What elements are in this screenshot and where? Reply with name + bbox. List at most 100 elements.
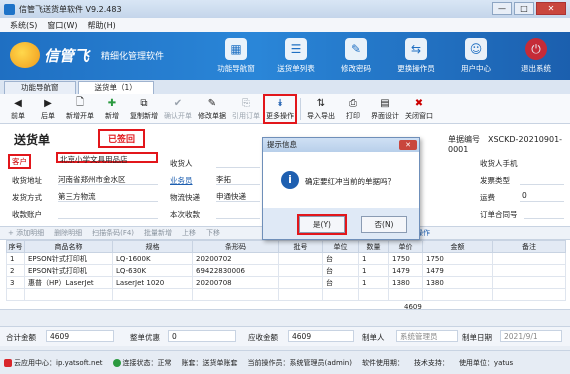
menu-help[interactable]: 帮助(H) xyxy=(87,20,115,31)
ui-design-button[interactable]: ▤ 界面设计 xyxy=(371,97,399,121)
no-button[interactable]: 否(N) xyxy=(361,216,407,233)
next-button[interactable]: ▶ 后单 xyxy=(36,97,60,121)
move-down-button[interactable]: 下移 xyxy=(206,228,220,238)
arrow-right-icon: ▶ xyxy=(44,97,52,109)
import-export-icon: ⇅ xyxy=(316,97,326,109)
nav-user-center[interactable]: ☺ 用户中心 xyxy=(448,36,504,76)
confirm-icon: ✔ xyxy=(173,97,183,109)
maximize-button[interactable]: □ xyxy=(514,2,534,15)
new-order-button[interactable]: 🗋 新增开单 xyxy=(66,97,94,121)
confirm-dialog: 提示信息 ✕ i 确定要红冲当前的单据吗？ 是(Y) 否(N) xyxy=(262,137,420,240)
toolbar: ◀ 前单 ▶ 后单 🗋 新增开单 ✚ 新增 ⧉ 复制新增 ✔ 确认开单 ✎ 修改单据 ⎘ 引用订… xyxy=(0,93,570,124)
customer-label[interactable]: 客户 xyxy=(8,154,31,169)
discount-field[interactable]: 0 xyxy=(168,330,236,342)
nav-delivery-list[interactable]: ☰ 送货单列表 xyxy=(268,36,324,76)
menu-bar: 系统(S) 窗口(W) 帮助(H) xyxy=(0,18,570,32)
connection-status: 连接状态：正常 xyxy=(112,358,172,368)
menu-window[interactable]: 窗口(W) xyxy=(47,20,77,31)
status-badge: 已签回 xyxy=(98,129,146,148)
document-tabs: 功能导航窗 送货单（1） xyxy=(0,80,570,94)
cloud-center-status: 云应用中心：ip.yatsoft.net xyxy=(4,358,103,368)
receiver-field[interactable] xyxy=(216,157,260,168)
dialog-message: 确定要红冲当前的单据吗？ xyxy=(305,177,395,186)
col-unit: 单位 xyxy=(322,240,359,253)
brand-logo-icon xyxy=(10,42,40,68)
freight-field[interactable]: 0 xyxy=(520,191,564,202)
col-qty: 数量 xyxy=(358,240,389,253)
address-field[interactable]: 河南省郑州市金水区 xyxy=(58,174,158,185)
grid-icon: ▦ xyxy=(225,38,247,60)
edit-icon: ✎ xyxy=(207,97,217,109)
scan-barcode-button[interactable]: 扫描条码(F4) xyxy=(92,228,134,238)
chevron-down-icon: ⯯ xyxy=(277,97,283,109)
collect-field[interactable] xyxy=(216,208,260,219)
more-actions-button[interactable]: ⯯ 更多操作 xyxy=(263,93,297,124)
print-button[interactable]: ⎙ 打印 xyxy=(341,97,365,121)
add-button[interactable]: ✚ 新增 xyxy=(100,97,124,121)
copy-icon: ⧉ xyxy=(140,97,148,109)
close-window-button[interactable]: ✕ xyxy=(536,2,566,15)
nav-function-navigator[interactable]: ▦ 功能导航窗 xyxy=(208,36,264,76)
nav-change-password[interactable]: ✎ 修改密码 xyxy=(328,36,384,76)
col-remark: 备注 xyxy=(492,240,566,253)
account-field[interactable] xyxy=(58,208,158,219)
total-amount-field: 4609 xyxy=(46,330,114,342)
operator-status: 当前操作员：系统管理员(admin) xyxy=(247,358,352,367)
col-batch: 批号 xyxy=(278,240,323,253)
date-field[interactable]: 2021/9/1 xyxy=(500,330,562,342)
due-amount-label: 应收金额 xyxy=(248,333,278,342)
user-unit-status: 使用单位：yatus xyxy=(458,358,514,367)
delete-detail-button[interactable]: 删除明细 xyxy=(54,228,82,238)
minimize-button[interactable]: — xyxy=(492,2,512,15)
salesperson-field[interactable]: 李拓 xyxy=(216,174,260,185)
close-tab-button[interactable]: ✖ 关闭窗口 xyxy=(405,97,433,121)
nav-exit-system[interactable]: ⏻ 退出系统 xyxy=(508,36,564,76)
reference-order-button[interactable]: ⎘ 引用订单 xyxy=(232,97,260,121)
batch-add-button[interactable]: 批量新增 xyxy=(144,228,172,238)
close-icon: ✖ xyxy=(414,97,424,109)
table-row[interactable]: 1 EPSON针式打印机 LQ-1600K 20200702 台 1 1750 1750 xyxy=(6,252,566,265)
new-document-icon: 🗋 xyxy=(75,96,85,108)
brand-name: 信管飞 xyxy=(44,46,90,65)
tab-function-navigator[interactable]: 功能导航窗 xyxy=(4,81,76,94)
import-export-button[interactable]: ⇅ 导入导出 xyxy=(307,97,335,121)
account-label: 收款账户 xyxy=(12,210,42,219)
col-spec: 规格 xyxy=(112,240,193,253)
col-index: 序号 xyxy=(6,240,25,253)
dialog-close-button[interactable]: ✕ xyxy=(399,140,417,150)
table-row[interactable]: 3 惠普（HP）LaserJet LaserJet 1020 20200708 台 1 13… xyxy=(6,276,566,289)
user-icon: ☺ xyxy=(465,38,487,60)
document-title: 送货单 xyxy=(14,133,51,147)
table-row[interactable] xyxy=(6,288,566,301)
tab-delivery-note[interactable]: 送货单（1） xyxy=(77,81,154,94)
invoice-type-field[interactable] xyxy=(520,174,564,185)
po-number-label: 订单合同号 xyxy=(480,210,518,219)
col-amount: 金额 xyxy=(422,240,493,253)
table-row[interactable]: 2 EPSON针式打印机 LQ-630K 69422830006 台 1 1479 1479 xyxy=(6,264,566,277)
add-detail-button[interactable]: + 添加明细 xyxy=(8,228,44,238)
po-number-field[interactable] xyxy=(524,208,564,219)
invoice-type-label: 发票类型 xyxy=(480,176,510,185)
yes-button[interactable]: 是(Y) xyxy=(297,214,347,235)
prev-button[interactable]: ◀ 前单 xyxy=(6,97,30,121)
detail-grid: 序号 商品名称 规格 条形码 批号 单位 数量 单价 金额 备注 1 EPSON针… xyxy=(0,240,570,310)
confirm-order-button[interactable]: ✔ 确认开单 xyxy=(164,97,192,121)
shipping-method-field[interactable]: 第三方物流 xyxy=(58,191,158,202)
maker-label: 制单人 xyxy=(362,333,385,342)
status-bar: 云应用中心：ip.yatsoft.net 连接状态：正常 账套：送货单账套 当前… xyxy=(0,350,570,374)
nav-switch-operator[interactable]: ⇆ 更换操作员 xyxy=(388,36,444,76)
license-period-status: 软件使用期： xyxy=(361,358,404,367)
salesperson-label[interactable]: 业务员 xyxy=(170,175,193,186)
logistics-field[interactable]: 申通快递 xyxy=(216,191,260,202)
date-label: 制单日期 xyxy=(462,333,492,342)
move-up-button[interactable]: 上移 xyxy=(182,228,196,238)
arrow-left-icon: ◀ xyxy=(14,97,22,109)
edit-document-button[interactable]: ✎ 修改单据 xyxy=(198,97,226,121)
account-set-status: 账套：送货单账套 xyxy=(181,358,238,367)
due-amount-field: 4609 xyxy=(288,330,354,342)
maker-field: 系统管理员 xyxy=(396,330,458,342)
col-price: 单价 xyxy=(388,240,423,253)
customer-field[interactable]: 北京小学文具用品店 xyxy=(56,152,158,164)
menu-system[interactable]: 系统(S) xyxy=(10,20,37,31)
copy-add-button[interactable]: ⧉ 复制新增 xyxy=(130,97,158,121)
